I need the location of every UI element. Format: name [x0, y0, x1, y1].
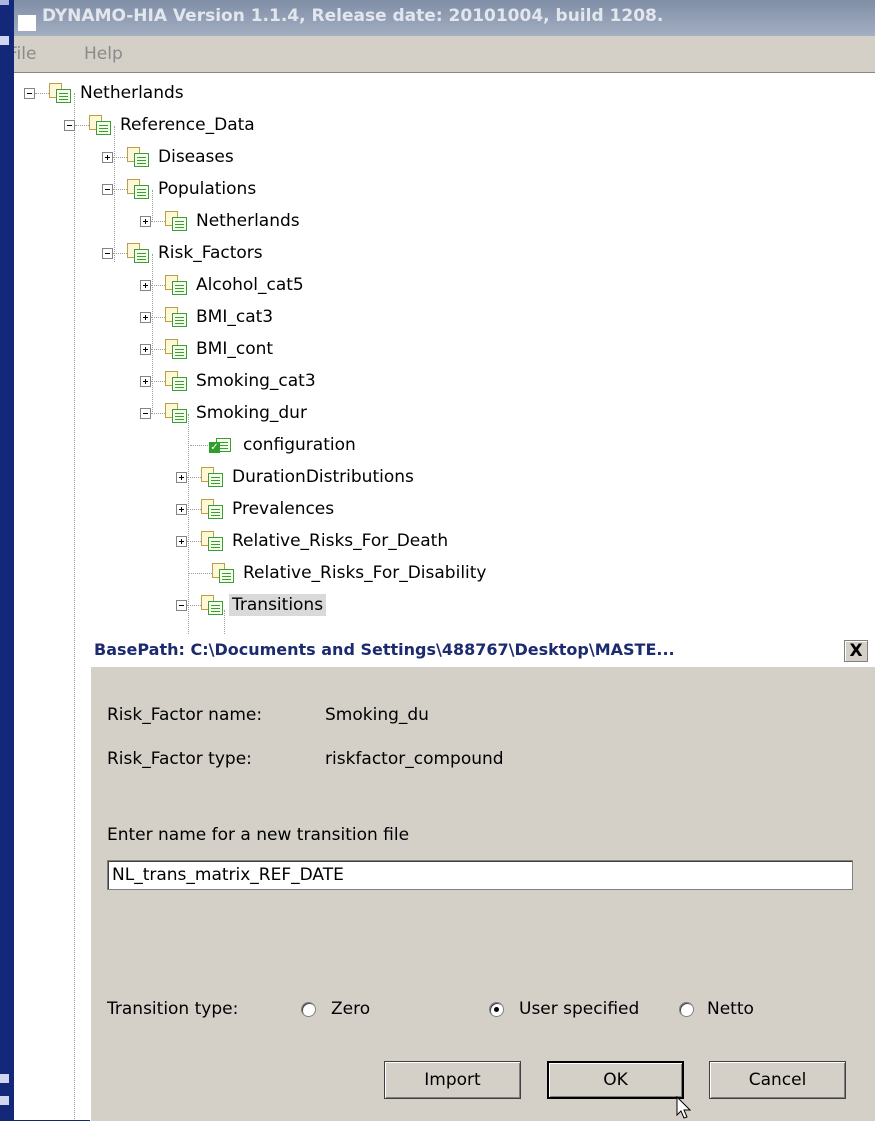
node-icon [127, 147, 149, 167]
node-icon [165, 403, 187, 423]
risk-factor-name-label: Risk_Factor name: [107, 705, 263, 725]
tree-node[interactable]: BMI_cont [140, 336, 276, 362]
radio-netto-label: Netto [707, 999, 754, 1019]
expand-icon[interactable] [176, 471, 187, 483]
check-icon: ✓ [209, 442, 220, 453]
tree-node-label: Netherlands [80, 83, 184, 103]
expand-icon[interactable] [176, 503, 187, 515]
tree-node-label-selected: Transitions [229, 594, 327, 616]
tree-node[interactable]: Relative_Risks_For_Death [176, 528, 451, 554]
menu-help[interactable]: Help [84, 44, 123, 64]
config-file-icon: ✓ [209, 435, 234, 455]
tree-node[interactable]: Prevalences [176, 496, 337, 522]
mouse-cursor-icon [676, 1096, 692, 1119]
expand-icon[interactable] [140, 375, 151, 387]
tree-node-label: BMI_cont [196, 339, 274, 359]
node-icon [201, 499, 223, 519]
tree-connector [74, 93, 75, 1120]
expand-icon[interactable] [140, 215, 151, 227]
window-titlebar: DYNAMO-HIA Version 1.1.4, Release date: … [14, 0, 875, 36]
collapse-icon[interactable] [176, 599, 187, 611]
node-icon [49, 83, 71, 103]
collapse-icon[interactable] [102, 247, 113, 259]
risk-factor-name-value: Smoking_du [325, 705, 429, 725]
risk-factor-type-value: riskfactor_compound [325, 749, 504, 769]
background-square [0, 36, 9, 45]
tree-node[interactable]: Risk_Factors [102, 240, 266, 266]
tree-node[interactable]: DurationDistributions [176, 464, 417, 490]
background-square [0, 1096, 9, 1105]
node-icon [165, 307, 187, 327]
import-button[interactable]: Import [384, 1061, 521, 1099]
background-square [0, 0, 9, 5]
tree-node[interactable]: Smoking_cat3 [140, 368, 319, 394]
filename-input[interactable] [107, 860, 853, 890]
tree-node-label: Smoking_cat3 [196, 371, 316, 391]
close-button[interactable]: X [844, 640, 868, 662]
new-transition-dialog: BasePath: C:\Documents and Settings\4887… [90, 634, 875, 1121]
tree-node-label: Prevalences [232, 499, 335, 519]
dialog-title: BasePath: C:\Documents and Settings\4887… [94, 640, 675, 659]
tree-node[interactable]: Smoking_dur [140, 400, 310, 426]
tree-node-label: DurationDistributions [232, 467, 414, 487]
tree-node[interactable]: Reference_Data [64, 112, 258, 138]
tree-node-label: Risk_Factors [158, 243, 263, 263]
expand-icon[interactable] [176, 535, 187, 547]
tree-node[interactable]: Populations [102, 176, 259, 202]
transition-type-label: Transition type: [107, 999, 239, 1019]
node-icon [127, 179, 149, 199]
cancel-button[interactable]: Cancel [709, 1061, 846, 1099]
expand-icon[interactable] [102, 151, 113, 163]
node-icon [165, 371, 187, 391]
menu-file[interactable]: File [14, 44, 36, 64]
radio-user-specified[interactable] [489, 1002, 504, 1017]
dialog-titlebar: BasePath: C:\Documents and Settings\4887… [91, 635, 875, 667]
expand-icon[interactable] [140, 279, 151, 291]
collapse-icon[interactable] [24, 87, 35, 99]
radio-netto[interactable] [679, 1002, 694, 1017]
collapse-icon[interactable] [140, 407, 151, 419]
tree-node-label: Relative_Risks_For_Death [232, 531, 449, 551]
node-icon [89, 115, 111, 135]
tree-node[interactable]: Diseases [102, 144, 237, 170]
tree-node-label: Smoking_dur [196, 403, 307, 423]
node-icon [201, 531, 223, 551]
node-icon [201, 467, 223, 487]
app-icon [18, 15, 36, 31]
expand-icon[interactable] [140, 343, 151, 355]
menu-bar: File Help [14, 36, 875, 73]
node-icon [165, 211, 187, 231]
ok-button[interactable]: OK [547, 1061, 684, 1099]
tree-node[interactable]: BMI_cat3 [140, 304, 276, 330]
node-icon [201, 595, 223, 615]
node-icon [165, 275, 187, 295]
node-icon [165, 339, 187, 359]
collapse-icon[interactable] [64, 119, 75, 131]
background-square [0, 1074, 9, 1083]
radio-user-specified-label: User specified [519, 999, 640, 1019]
window-title: DYNAMO-HIA Version 1.1.4, Release date: … [42, 6, 664, 26]
expand-icon[interactable] [140, 311, 151, 323]
node-icon [127, 243, 149, 263]
tree-node[interactable]: ✓ configuration [190, 432, 359, 458]
risk-factor-type-label: Risk_Factor type: [107, 749, 252, 769]
tree-node-label: Alcohol_cat5 [196, 275, 304, 295]
node-icon [212, 563, 234, 583]
collapse-icon[interactable] [102, 183, 113, 195]
tree-node-label: Populations [158, 179, 257, 199]
tree-node-label: Reference_Data [120, 115, 255, 135]
filename-prompt: Enter name for a new transition file [107, 825, 410, 845]
tree-node[interactable]: Alcohol_cat5 [140, 272, 307, 298]
tree-node[interactable]: Transitions [176, 592, 327, 618]
tree-node-label: Diseases [158, 147, 234, 167]
tree-node[interactable]: Netherlands [24, 80, 187, 106]
tree-node[interactable]: Netherlands [140, 208, 303, 234]
tree-node[interactable]: Relative_Risks_For_Disability [188, 560, 490, 586]
radio-zero-label: Zero [331, 999, 371, 1019]
tree-node-label: BMI_cat3 [196, 307, 274, 327]
tree-node-label: Netherlands [196, 211, 300, 231]
tree-node-label: configuration [243, 435, 356, 455]
radio-zero[interactable] [301, 1002, 316, 1017]
tree-node-label: Relative_Risks_For_Disability [243, 563, 487, 583]
